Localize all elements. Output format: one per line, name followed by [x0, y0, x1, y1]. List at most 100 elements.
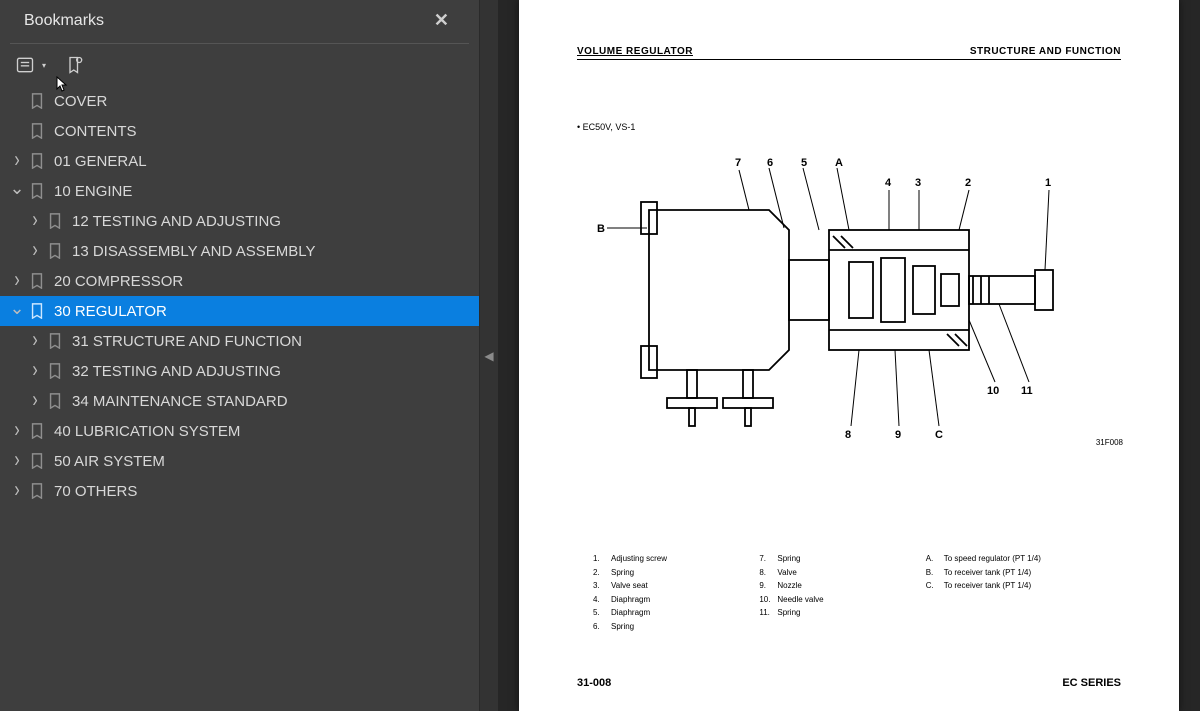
svg-text:10: 10	[987, 385, 999, 397]
svg-text:C: C	[935, 429, 943, 441]
callout-legend: 1.Adjusting screw2.Spring3.Valve seat4.D…	[593, 552, 1129, 634]
bookmark-icon	[46, 333, 64, 349]
callout-item: 5.Diaphragm	[593, 606, 749, 620]
bookmark-icon	[46, 243, 64, 259]
sidebar-title: Bookmarks	[24, 12, 104, 30]
svg-text:A: A	[835, 157, 843, 169]
app-root: Bookmarks ✕ ▾ •COVER•CONTENTS›01 GENERAL…	[0, 0, 1200, 711]
bookmark-item[interactable]: › 34 MAINTENANCE STANDARD	[0, 386, 479, 416]
callout-item: 2.Spring	[593, 566, 749, 580]
bookmark-label: 12 TESTING AND ADJUSTING	[72, 213, 471, 230]
chevron-right-icon[interactable]: ›	[6, 268, 28, 293]
bookmark-label: 50 AIR SYSTEM	[54, 453, 471, 470]
series-label: EC SERIES	[1062, 677, 1121, 689]
page-number: 31-008	[577, 677, 611, 689]
bookmark-icon	[28, 93, 46, 109]
bookmark-item[interactable]: › 31 STRUCTURE AND FUNCTION	[0, 326, 479, 356]
chevron-right-icon[interactable]: ›	[6, 448, 28, 473]
bookmark-item[interactable]: •CONTENTS	[0, 116, 479, 146]
sidebar-toolbar: ▾	[0, 44, 479, 80]
chevron-right-icon[interactable]: ›	[24, 388, 46, 413]
bookmark-item[interactable]: › 50 AIR SYSTEM	[0, 446, 479, 476]
find-bookmark-icon[interactable]	[64, 54, 86, 76]
chevron-right-icon[interactable]: ›	[24, 208, 46, 233]
svg-text:8: 8	[845, 429, 851, 441]
callout-item: 10.Needle valve	[759, 593, 915, 607]
document-page: VOLUME REGULATOR STRUCTURE AND FUNCTION …	[519, 0, 1179, 711]
callout-column-1: 1.Adjusting screw2.Spring3.Valve seat4.D…	[593, 552, 749, 634]
page-footer: 31-008 EC SERIES	[577, 677, 1121, 689]
bookmark-label: 31 STRUCTURE AND FUNCTION	[72, 333, 471, 350]
options-caret-icon[interactable]: ▾	[42, 61, 46, 70]
bookmarks-sidebar: Bookmarks ✕ ▾ •COVER•CONTENTS›01 GENERAL…	[0, 0, 480, 711]
callout-item: 1.Adjusting screw	[593, 552, 749, 566]
svg-text:6: 6	[767, 157, 773, 169]
collapse-sidebar-icon[interactable]: ◀	[484, 349, 493, 363]
callout-item: 6.Spring	[593, 620, 749, 634]
bookmark-item[interactable]: › 01 GENERAL	[0, 146, 479, 176]
page-header-left: VOLUME REGULATOR	[577, 46, 693, 57]
bookmark-icon	[28, 483, 46, 499]
bookmark-label: COVER	[54, 93, 471, 110]
callout-column-2: 7.Spring8.Valve9.Nozzle10.Needle valve11…	[759, 552, 915, 634]
chevron-right-icon[interactable]: ›	[24, 238, 46, 263]
bookmark-icon	[28, 153, 46, 169]
callout-item: 11.Spring	[759, 606, 915, 620]
chevron-down-icon[interactable]: ⌄	[6, 178, 28, 199]
bookmark-item[interactable]: ›32 TESTING AND ADJUSTING	[0, 356, 479, 386]
chevron-right-icon[interactable]: ›	[6, 478, 28, 503]
chevron-right-icon[interactable]: ›	[6, 418, 28, 443]
page-header-right: STRUCTURE AND FUNCTION	[970, 46, 1121, 57]
bookmark-item[interactable]: › 40 LUBRICATION SYSTEM	[0, 416, 479, 446]
bookmark-label: 34 MAINTENANCE STANDARD	[72, 393, 471, 410]
chevron-down-icon[interactable]: ⌄	[6, 298, 28, 319]
options-icon[interactable]	[14, 54, 36, 76]
bookmark-item[interactable]: •COVER	[0, 86, 479, 116]
svg-text:B: B	[597, 223, 605, 235]
bookmark-label: 13 DISASSEMBLY AND ASSEMBLY	[72, 243, 471, 260]
page-model-label: EC50V, VS-1	[577, 122, 635, 132]
svg-text:1: 1	[1045, 177, 1051, 189]
bookmark-icon	[46, 393, 64, 409]
svg-text:2: 2	[965, 177, 971, 189]
bookmark-icon	[28, 453, 46, 469]
chevron-right-icon[interactable]: ›	[24, 328, 46, 353]
bookmark-item[interactable]: ⌄ 10 ENGINE	[0, 176, 479, 206]
bookmark-label: 70 OTHERS	[54, 483, 471, 500]
bookmark-icon	[46, 213, 64, 229]
bookmark-item[interactable]: › 13 DISASSEMBLY AND ASSEMBLY	[0, 236, 479, 266]
chevron-right-icon[interactable]: ›	[24, 358, 46, 383]
bookmark-item[interactable]: › 12 TESTING AND ADJUSTING	[0, 206, 479, 236]
diagram-code: 31F008	[1096, 438, 1123, 447]
bookmark-icon	[28, 423, 46, 439]
bookmark-icon	[28, 303, 46, 319]
bookmark-label: 40 LUBRICATION SYSTEM	[54, 423, 471, 440]
svg-text:3: 3	[915, 177, 921, 189]
svg-text:5: 5	[801, 157, 807, 169]
document-viewport[interactable]: VOLUME REGULATOR STRUCTURE AND FUNCTION …	[498, 0, 1200, 711]
bookmark-icon	[28, 123, 46, 139]
bookmark-icon	[46, 363, 64, 379]
bookmark-item[interactable]: ⌄ 30 REGULATOR	[0, 296, 479, 326]
callout-item: 7.Spring	[759, 552, 915, 566]
bookmark-label: 10 ENGINE	[54, 183, 471, 200]
bookmark-item[interactable]: › 70 OTHERS	[0, 476, 479, 506]
technical-diagram: 7 6 5 A 4 3 2 1 B 8 9 C 10 11	[589, 150, 1129, 450]
chevron-right-icon[interactable]: ›	[6, 148, 28, 173]
page-header: VOLUME REGULATOR STRUCTURE AND FUNCTION	[577, 46, 1121, 60]
svg-text:7: 7	[735, 157, 741, 169]
bookmark-icon	[28, 183, 46, 199]
bookmark-label: 30 REGULATOR	[54, 303, 471, 320]
sidebar-gutter: ◀	[480, 0, 498, 711]
callout-column-3: A.To speed regulator (PT 1/4)B.To receiv…	[926, 552, 1129, 634]
bookmark-tree[interactable]: •COVER•CONTENTS›01 GENERAL⌄10 ENGINE›12 …	[0, 80, 479, 711]
callout-item: C.To receiver tank (PT 1/4)	[926, 579, 1129, 593]
svg-text:4: 4	[885, 177, 892, 189]
bookmark-label: 01 GENERAL	[54, 153, 471, 170]
callout-item: A.To speed regulator (PT 1/4)	[926, 552, 1129, 566]
bookmark-item[interactable]: › 20 COMPRESSOR	[0, 266, 479, 296]
close-icon[interactable]: ✕	[428, 8, 455, 33]
callout-item: 8.Valve	[759, 566, 915, 580]
callout-item: 3.Valve seat	[593, 579, 749, 593]
bookmark-label: 20 COMPRESSOR	[54, 273, 471, 290]
